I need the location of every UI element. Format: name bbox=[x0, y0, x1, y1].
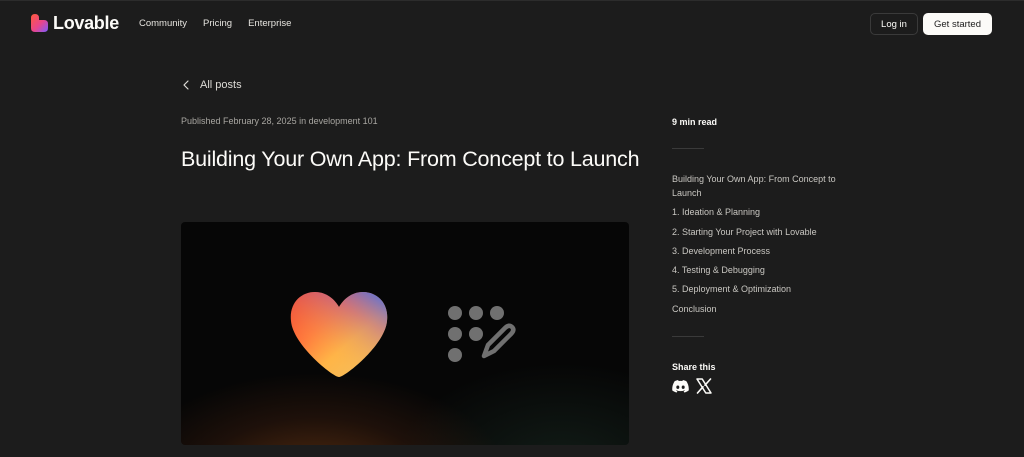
x-icon bbox=[696, 378, 712, 394]
brand-logo-link[interactable]: Lovable bbox=[31, 13, 119, 33]
all-posts-label: All posts bbox=[200, 79, 242, 91]
toc-link[interactable]: Building Your Own App: From Concept to L… bbox=[672, 174, 836, 198]
lovable-logo-icon bbox=[31, 14, 48, 32]
login-button[interactable]: Log in bbox=[870, 13, 918, 35]
toc-item[interactable]: 1. Ideation & Planning bbox=[672, 205, 847, 219]
toc-link[interactable]: 4. Testing & Debugging bbox=[672, 265, 765, 275]
all-posts-link[interactable]: All posts bbox=[182, 78, 242, 92]
blog-post-page: Lovable Community Pricing Enterprise Log… bbox=[0, 0, 1024, 457]
table-of-contents: Building Your Own App: From Concept to L… bbox=[672, 172, 847, 316]
main-nav: Community Pricing Enterprise bbox=[139, 17, 291, 31]
top-header: Lovable Community Pricing Enterprise Log… bbox=[0, 0, 1024, 46]
discord-icon bbox=[671, 379, 689, 393]
brand-name: Lovable bbox=[53, 13, 119, 33]
share-discord-button[interactable] bbox=[671, 377, 689, 395]
heart-icon bbox=[290, 292, 388, 377]
toc-item[interactable]: 4. Testing & Debugging bbox=[672, 263, 847, 277]
hero-image bbox=[181, 222, 629, 445]
toc-item[interactable]: Conclusion bbox=[672, 302, 847, 316]
toc-item[interactable]: 5. Deployment & Optimization bbox=[672, 282, 847, 296]
get-started-button[interactable]: Get started bbox=[923, 13, 992, 35]
chevron-left-icon bbox=[183, 80, 189, 90]
toc-link[interactable]: 1. Ideation & Planning bbox=[672, 207, 760, 217]
sidebar-divider bbox=[672, 148, 704, 149]
toc-link[interactable]: 5. Deployment & Optimization bbox=[672, 284, 791, 294]
published-meta: Published February 28, 2025 in developme… bbox=[181, 116, 378, 126]
toc-item[interactable]: 2. Starting Your Project with Lovable bbox=[672, 225, 847, 239]
share-label: Share this bbox=[672, 362, 716, 372]
toc-item[interactable]: Building Your Own App: From Concept to L… bbox=[672, 172, 847, 200]
sidebar-divider bbox=[672, 336, 704, 337]
article-title: Building Your Own App: From Concept to L… bbox=[181, 147, 640, 171]
share-x-button[interactable] bbox=[695, 377, 713, 395]
nav-pricing[interactable]: Pricing bbox=[203, 17, 232, 31]
nav-community[interactable]: Community bbox=[139, 17, 187, 31]
read-time: 9 min read bbox=[672, 117, 718, 127]
toc-link[interactable]: 2. Starting Your Project with Lovable bbox=[672, 227, 817, 237]
nav-enterprise[interactable]: Enterprise bbox=[248, 17, 291, 31]
toc-link[interactable]: Conclusion bbox=[672, 304, 717, 314]
toc-item[interactable]: 3. Development Process bbox=[672, 244, 847, 258]
toc-link[interactable]: 3. Development Process bbox=[672, 246, 770, 256]
keypad-pencil-icon bbox=[448, 306, 516, 362]
